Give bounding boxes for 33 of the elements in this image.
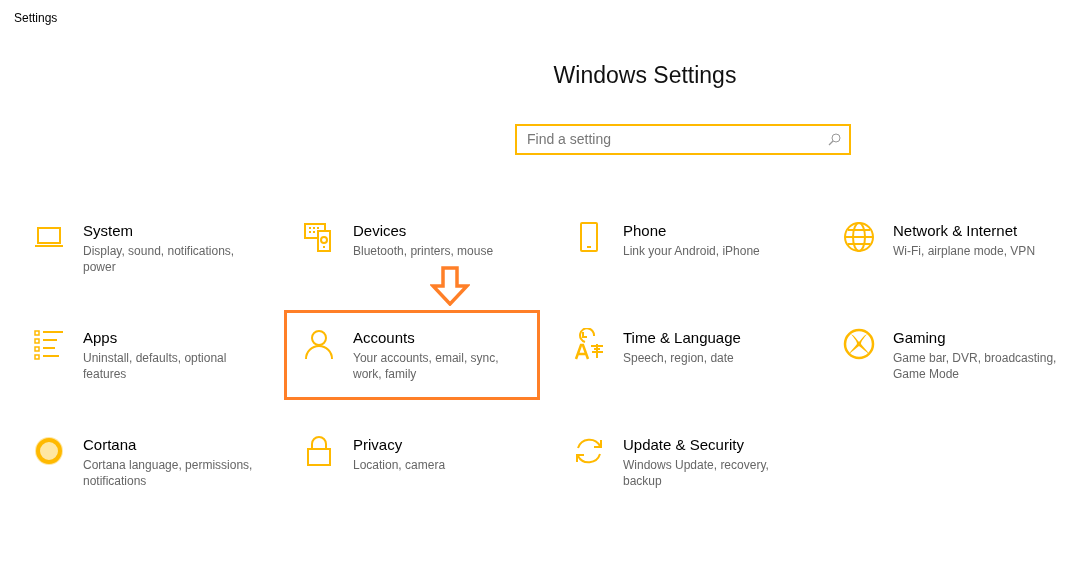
search-field[interactable]: Find a setting [515,123,851,155]
down-arrow-icon [430,265,470,306]
tile-description: Link your Android, iPhone [623,242,760,259]
circle-icon[interactable] [33,434,65,467]
tile-description: Speech, region, date [623,349,734,366]
globe-icon[interactable] [843,220,875,253]
tile-description: Windows Update, recovery, backup [623,456,770,489]
tile-description: Uninstall, defaults, optional features [83,349,228,382]
tile-title[interactable]: System [83,220,133,241]
tile-title[interactable]: Apps [83,327,118,348]
tile-title[interactable]: Phone [623,220,667,241]
page-heading: Windows Settings [553,61,737,90]
xbox-icon[interactable] [843,327,875,360]
tile-description: Game bar, DVR, broadcasting, Game Mode [893,349,1058,382]
tile-title[interactable]: Gaming [893,327,946,348]
search-icon [828,132,841,146]
person-icon[interactable] [303,327,335,360]
tile-title[interactable]: Time & Language [623,327,741,348]
tile-description: Location, camera [353,456,446,473]
window-title: Settings [14,10,58,27]
tile-description: Display, sound, notifications, power [83,242,236,275]
clock-icon[interactable] [573,327,605,360]
tile-description: Your accounts, email, sync, work, family [353,349,500,382]
tile-title[interactable]: Update & Security [623,434,744,455]
list-icon[interactable] [33,327,65,360]
tile-description: Cortana language, permissions, notifications [83,456,254,489]
tile-description: Wi-Fi, airplane mode, VPN [893,242,1036,259]
tile-description: Bluetooth, printers, mouse [353,242,494,259]
tile-title[interactable]: Privacy [353,434,403,455]
tile-title[interactable]: Devices [353,220,407,241]
tile-title[interactable]: Accounts [353,327,415,348]
tile-title[interactable]: Cortana [83,434,137,455]
tile-title[interactable]: Network & Internet [893,220,1018,241]
